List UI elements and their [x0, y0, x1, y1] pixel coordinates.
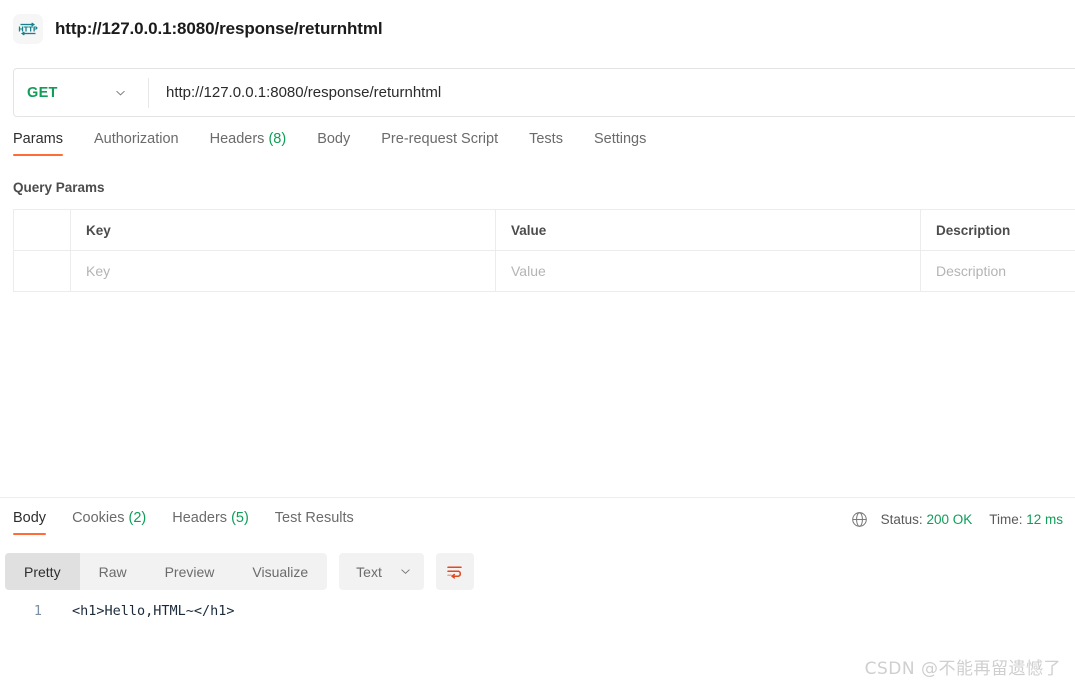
- response-tab-headers-count: (5): [231, 510, 249, 526]
- tab-settings-label: Settings: [593, 131, 647, 147]
- response-tab-cookies-count: (2): [128, 510, 147, 526]
- response-tabs: Body Cookies (2) Headers (5) Test Result…: [5, 510, 380, 542]
- tab-headers-label: Headers: [209, 131, 265, 147]
- view-mode-pretty[interactable]: Pretty: [5, 553, 80, 590]
- word-wrap-icon: [447, 566, 463, 579]
- tab-params-label: Params: [13, 131, 63, 147]
- tab-tests-label: Tests: [529, 131, 563, 147]
- column-header-description: Description: [920, 209, 1075, 251]
- tab-pre-request-script[interactable]: Pre-request Script: [381, 131, 498, 156]
- response-tab-cookies[interactable]: Cookies (2): [72, 510, 146, 535]
- tab-authorization[interactable]: Authorization: [94, 131, 179, 156]
- tab-authorization-label: Authorization: [93, 131, 179, 147]
- request-header: HTTP http://127.0.0.1:8080/response/retu…: [0, 0, 1075, 57]
- chevron-down-icon: [116, 90, 125, 96]
- tab-headers-count: (8): [268, 131, 287, 147]
- tab-pre-request-script-label: Pre-request Script: [381, 131, 499, 147]
- response-body-toolbar: Pretty Raw Preview Visualize Text: [5, 553, 474, 590]
- view-mode-preview[interactable]: Preview: [146, 553, 234, 590]
- tab-body-label: Body: [317, 131, 351, 147]
- pane-divider: [0, 497, 1075, 498]
- response-tab-cookies-label: Cookies: [72, 510, 125, 526]
- response-tab-test-results[interactable]: Test Results: [275, 510, 354, 535]
- query-params-table: Key Value Description Key Value Descript…: [13, 209, 1075, 292]
- row-checkbox-cell[interactable]: [13, 250, 71, 292]
- column-header-key: Key: [70, 209, 496, 251]
- tab-params[interactable]: Params: [13, 131, 63, 156]
- tab-settings[interactable]: Settings: [594, 131, 646, 156]
- format-selector[interactable]: Text: [339, 553, 424, 590]
- time-badge[interactable]: Time: 12 ms: [989, 512, 1063, 527]
- status-label: Status:: [880, 512, 923, 527]
- method-label: GET: [27, 84, 58, 101]
- status-value: 200 OK: [926, 512, 973, 527]
- globe-icon: [851, 512, 867, 527]
- method-selector[interactable]: GET: [14, 69, 148, 116]
- code-line: <h1>Hello,HTML~</h1>: [72, 603, 235, 619]
- row-key-cell[interactable]: Key: [70, 250, 496, 292]
- tab-headers[interactable]: Headers (8): [210, 131, 287, 156]
- format-selector-label: Text: [356, 563, 382, 580]
- column-header-value: Value: [495, 209, 921, 251]
- url-bar: GET: [13, 68, 1075, 117]
- tab-body[interactable]: Body: [317, 131, 350, 156]
- word-wrap-button[interactable]: [435, 553, 474, 590]
- response-body-code[interactable]: 1 <h1>Hello,HTML~</h1>: [0, 598, 1075, 648]
- response-status-bar: Status: 200 OK Time: 12 ms: [851, 511, 1063, 528]
- postman-request-window: HTTP http://127.0.0.1:8080/response/retu…: [0, 0, 1075, 685]
- table-row[interactable]: Key Value Description: [13, 250, 1075, 292]
- line-number-gutter: 1: [33, 603, 42, 619]
- page-title: http://127.0.0.1:8080/response/returnhtm…: [55, 18, 383, 38]
- response-tab-body-label: Body: [13, 510, 47, 526]
- view-mode-group: Pretty Raw Preview Visualize: [5, 553, 328, 590]
- response-tab-headers-label: Headers: [172, 510, 228, 526]
- http-protocol-icon: HTTP: [13, 13, 43, 44]
- svg-text:HTTP: HTTP: [18, 25, 38, 33]
- request-tabs: Params Authorization Headers (8) Body Pr…: [13, 131, 646, 165]
- url-input[interactable]: [149, 69, 1075, 116]
- status-badge[interactable]: Status: 200 OK: [881, 512, 973, 527]
- response-tab-headers[interactable]: Headers (5): [172, 510, 249, 535]
- column-header-checkbox: [13, 209, 71, 251]
- row-value-cell[interactable]: Value: [495, 250, 921, 292]
- time-label: Time:: [989, 512, 1023, 527]
- chevron-down-icon: [401, 569, 410, 575]
- response-tab-body[interactable]: Body: [13, 510, 47, 535]
- view-mode-visualize[interactable]: Visualize: [233, 553, 327, 590]
- query-params-title: Query Params: [13, 180, 105, 195]
- watermark: CSDN @不能再留遗憾了: [864, 659, 1061, 679]
- tab-tests[interactable]: Tests: [529, 131, 563, 156]
- table-header-row: Key Value Description: [13, 209, 1075, 251]
- row-description-cell[interactable]: Description: [920, 250, 1075, 292]
- time-value: 12 ms: [1026, 512, 1063, 527]
- view-mode-raw[interactable]: Raw: [80, 553, 146, 590]
- response-tab-test-results-label: Test Results: [274, 510, 354, 526]
